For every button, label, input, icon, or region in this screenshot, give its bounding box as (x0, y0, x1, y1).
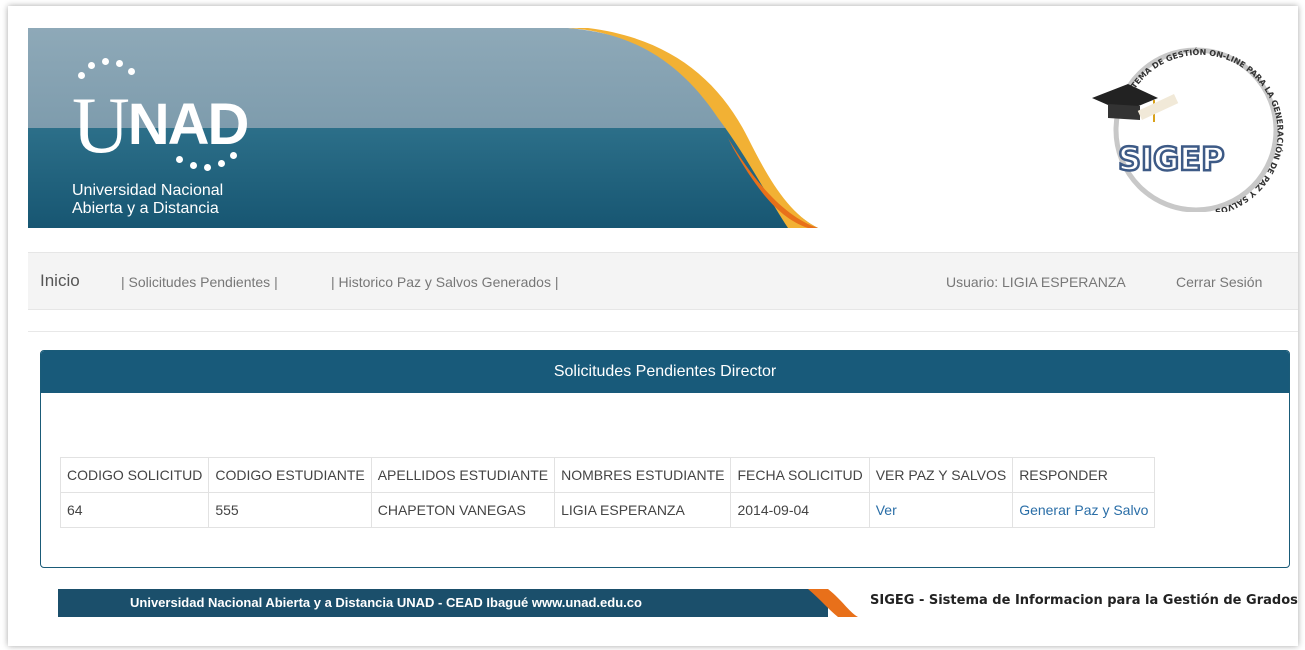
header-banner: UNAD Universidad Nacional Abierta y a Di… (28, 28, 1298, 228)
nav-pending-requests-link[interactable]: | Solicitudes Pendientes | (121, 274, 278, 290)
university-name: Universidad Nacional Abierta y a Distanc… (72, 182, 223, 218)
col-nombres: NOMBRES ESTUDIANTE (554, 457, 732, 493)
university-line2: Abierta y a Distancia (72, 200, 219, 217)
view-clearance-link[interactable]: Ver (876, 502, 897, 518)
cell-fecha: 2014-09-04 (730, 492, 870, 528)
footer: Universidad Nacional Abierta y a Distanc… (58, 589, 1298, 619)
col-codigo-solicitud: CODIGO SOLICITUD (59, 457, 210, 493)
col-codigo-estudiante: CODIGO ESTUDIANTE (208, 457, 372, 493)
logo-wordmark: UNAD (72, 82, 249, 170)
panel-title: Solicitudes Pendientes Director (41, 351, 1289, 393)
col-fecha: FECHA SOLICITUD (730, 457, 870, 493)
cell-nombres: LIGIA ESPERANZA (554, 492, 732, 528)
footer-right-text: SIGEG - Sistema de Informacion para la G… (870, 593, 1298, 608)
cell-responder: Generar Paz y Salvo (1012, 492, 1156, 528)
footer-left: Universidad Nacional Abierta y a Distanc… (58, 589, 848, 617)
cell-ver: Ver (868, 492, 1014, 528)
pending-requests-panel: Solicitudes Pendientes Director CODIGO S… (40, 350, 1290, 568)
table-row: 64 555 CHAPETON VANEGAS LIGIA ESPERANZA … (59, 492, 1156, 528)
user-label: Usuario: LIGIA ESPERANZA (946, 274, 1126, 290)
col-apellidos: APELLIDOS ESTUDIANTE (370, 457, 556, 493)
nav-history-link[interactable]: | Historico Paz y Salvos Generados | (331, 274, 558, 290)
cell-codigo-solicitud: 64 (59, 492, 210, 528)
top-nav: Inicio | Solicitudes Pendientes | | Hist… (28, 252, 1298, 310)
divider (28, 331, 1298, 332)
footer-left-text: Universidad Nacional Abierta y a Distanc… (130, 595, 642, 610)
sigep-wordmark: SIGEP (1118, 140, 1225, 178)
table-header-row: CODIGO SOLICITUD CODIGO ESTUDIANTE APELL… (59, 457, 1156, 493)
col-ver: VER PAZ Y SALVOS (868, 457, 1014, 493)
logout-link[interactable]: Cerrar Sesión (1176, 274, 1262, 290)
generate-clearance-link[interactable]: Generar Paz y Salvo (1019, 502, 1148, 518)
requests-table: CODIGO SOLICITUD CODIGO ESTUDIANTE APELL… (59, 457, 1156, 528)
cell-apellidos: CHAPETON VANEGAS (370, 492, 556, 528)
cell-codigo-estudiante: 555 (208, 492, 372, 528)
sigep-logo: SISTEMA DE GESTIÓN ON-LINE PARA LA GENER… (1092, 46, 1285, 212)
col-responder: RESPONDER (1012, 457, 1156, 493)
nav-home-link[interactable]: Inicio (40, 271, 80, 291)
university-line1: Universidad Nacional (72, 182, 224, 199)
